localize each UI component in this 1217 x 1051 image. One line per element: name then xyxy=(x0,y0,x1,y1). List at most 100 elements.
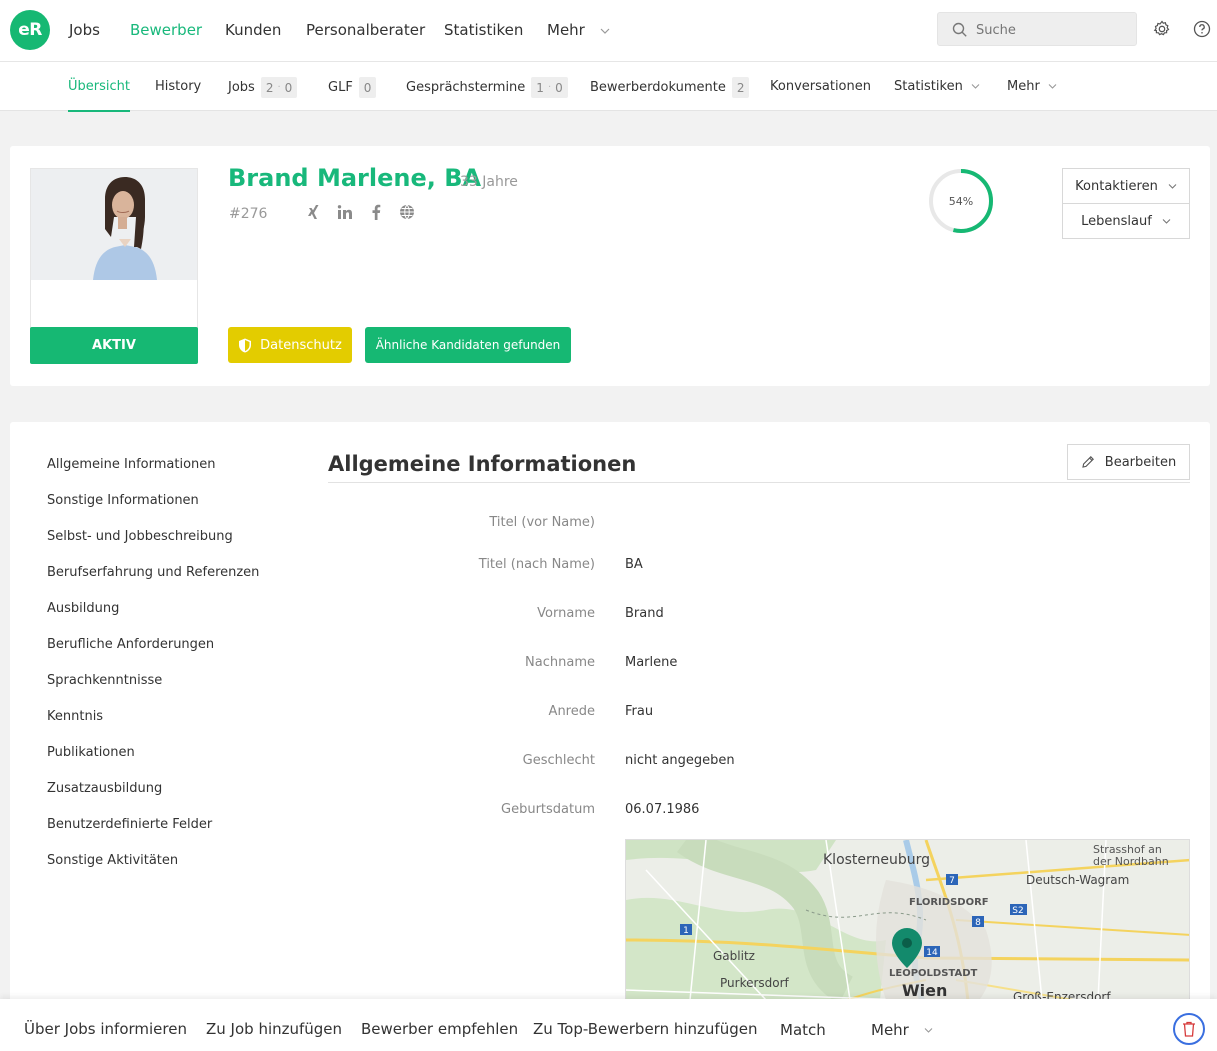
field-value-geburtsdatum: 06.07.1986 xyxy=(625,802,700,817)
candidate-details-card: Allgemeine Informationen Sonstige Inform… xyxy=(10,422,1210,1051)
sidebar-item-zusatzausbildung[interactable]: Zusatzausbildung xyxy=(47,781,162,796)
map-label: Klosterneuburg xyxy=(823,852,930,868)
map-road-shield: 1 xyxy=(683,926,689,936)
nav-bewerber[interactable]: Bewerber xyxy=(130,21,202,39)
sidebar-item-selbst-jobbeschreibung[interactable]: Selbst- und Jobbeschreibung xyxy=(47,529,233,544)
field-value-nachname: Marlene xyxy=(625,655,678,670)
sidebar-item-benutzerdefinierte-felder[interactable]: Benutzerdefinierte Felder xyxy=(47,817,212,832)
candidate-age: 33 Jahre xyxy=(460,174,518,190)
cv-dropdown-label: Lebenslauf xyxy=(1081,213,1152,229)
sidebar-item-allgemeine-informationen[interactable]: Allgemeine Informationen xyxy=(47,457,216,472)
map-label: Purkersdorf xyxy=(720,976,790,990)
tab-jobs-badge: 2 · 0 xyxy=(260,77,298,98)
action-bar: Über Jobs informieren Zu Job hinzufügen … xyxy=(0,999,1217,1051)
field-value-vorname: Brand xyxy=(625,606,664,621)
search-input[interactable] xyxy=(976,20,1126,40)
linkedin-icon[interactable] xyxy=(336,203,354,221)
chevron-down-icon xyxy=(971,84,980,89)
sidebar-item-publikationen[interactable]: Publikationen xyxy=(47,745,135,760)
divider xyxy=(328,482,1190,483)
profile-completion-label: 54% xyxy=(948,194,974,208)
map-label: Wien xyxy=(902,981,947,1000)
field-label-geburtsdatum: Geburtsdatum xyxy=(501,802,595,817)
candidate-header-card: AKTIV Brand Marlene, BA 33 Jahre #276 Da… xyxy=(10,146,1210,386)
action-add-to-job[interactable]: Zu Job hinzufügen xyxy=(206,1020,342,1038)
tab-glf[interactable]: GLF 0 xyxy=(328,77,377,98)
nav-kunden[interactable]: Kunden xyxy=(225,21,281,39)
gear-icon[interactable] xyxy=(1152,19,1172,39)
privacy-button-label: Datenschutz xyxy=(260,337,342,353)
sidebar-item-sonstige-informationen[interactable]: Sonstige Informationen xyxy=(47,493,199,508)
edit-button[interactable]: Bearbeiten xyxy=(1067,444,1190,480)
sidebar-item-sonstige-aktivitaeten[interactable]: Sonstige Aktivitäten xyxy=(47,853,178,868)
tab-gespraechstermine[interactable]: Gesprächstermine 1 · 0 xyxy=(406,77,568,98)
sidebar-item-ausbildung[interactable]: Ausbildung xyxy=(47,601,119,616)
candidate-tabs: Übersicht History Jobs 2 · 0 GLF 0 Gespräc… xyxy=(0,62,1217,112)
tab-konversationen[interactable]: Konversationen xyxy=(770,79,871,94)
field-value-anrede: Frau xyxy=(625,704,654,719)
badge-count: 0 xyxy=(284,80,293,95)
app-logo[interactable]: eR xyxy=(10,10,50,50)
trash-icon xyxy=(1183,1021,1195,1037)
chevron-down-icon xyxy=(600,28,610,34)
tab-gespraechstermine-badge: 1 · 0 xyxy=(531,77,568,98)
chevron-down-icon xyxy=(1168,183,1177,189)
facebook-icon[interactable] xyxy=(367,203,385,221)
tab-bewerberdokumente-label: Bewerberdokumente xyxy=(590,80,726,95)
tab-bewerberdokumente[interactable]: Bewerberdokumente 2 xyxy=(590,77,750,98)
section-title: Allgemeine Informationen xyxy=(328,452,637,476)
delete-button[interactable] xyxy=(1173,1013,1205,1045)
tab-glf-badge: 0 xyxy=(358,77,377,98)
chevron-down-icon xyxy=(1048,84,1057,89)
sidebar-item-kenntnis[interactable]: Kenntnis xyxy=(47,709,103,724)
tab-history[interactable]: History xyxy=(155,79,201,94)
sidebar-item-sprachkenntnisse[interactable]: Sprachkenntnisse xyxy=(47,673,162,688)
action-add-top-candidates[interactable]: Zu Top-Bewerbern hinzufügen xyxy=(533,1020,757,1038)
top-navigation: eR Jobs Bewerber Kunden Personalberater … xyxy=(0,0,1217,62)
tab-statistiken-label: Statistiken xyxy=(894,79,963,94)
globe-icon[interactable] xyxy=(398,203,416,221)
sidebar-item-berufliche-anforderungen[interactable]: Berufliche Anforderungen xyxy=(47,637,214,652)
badge-count: 0 xyxy=(555,80,563,95)
action-inform-jobs[interactable]: Über Jobs informieren xyxy=(24,1020,187,1038)
field-label-titel-vor: Titel (vor Name) xyxy=(489,515,595,530)
tab-statistiken[interactable]: Statistiken xyxy=(894,79,980,94)
nav-statistiken[interactable]: Statistiken xyxy=(444,21,523,39)
badge-count: 1 xyxy=(536,80,544,95)
field-value-titel-nach: BA xyxy=(625,557,643,572)
field-label-anrede: Anrede xyxy=(548,704,595,719)
sidebar-item-berufserfahrung[interactable]: Berufserfahrung und Referenzen xyxy=(47,565,259,580)
tab-glf-label: GLF xyxy=(328,80,353,95)
nav-mehr[interactable]: Mehr xyxy=(547,21,610,39)
field-label-titel-nach: Titel (nach Name) xyxy=(478,557,595,572)
contact-dropdown[interactable]: Kontaktieren xyxy=(1062,168,1190,204)
help-icon[interactable] xyxy=(1192,19,1212,39)
chevron-down-icon xyxy=(1162,218,1171,224)
search-box[interactable] xyxy=(937,12,1137,46)
privacy-button[interactable]: Datenschutz xyxy=(228,327,352,363)
map-label: FLORIDSDORF xyxy=(909,897,989,908)
avatar[interactable] xyxy=(31,169,197,280)
nav-jobs[interactable]: Jobs xyxy=(69,21,100,39)
field-label-vorname: Vorname xyxy=(537,606,595,621)
similar-candidates-button[interactable]: Ähnliche Kandidaten gefunden xyxy=(365,327,571,363)
badge-count: 2 xyxy=(736,80,745,95)
tab-jobs[interactable]: Jobs 2 · 0 xyxy=(228,77,298,98)
xing-icon[interactable] xyxy=(305,203,323,221)
action-match[interactable]: Match xyxy=(780,1021,826,1039)
tab-uebersicht[interactable]: Übersicht xyxy=(68,79,130,112)
field-label-nachname: Nachname xyxy=(525,655,595,670)
tab-mehr[interactable]: Mehr xyxy=(1007,79,1057,94)
field-label-geschlecht: Geschlecht xyxy=(522,753,595,768)
action-more[interactable]: Mehr xyxy=(871,1021,933,1039)
field-value-geschlecht: nicht angegeben xyxy=(625,753,735,768)
status-button[interactable]: AKTIV xyxy=(30,327,198,364)
contact-dropdown-label: Kontaktieren xyxy=(1075,178,1158,194)
badge-count: 2 xyxy=(265,80,274,95)
action-recommend[interactable]: Bewerber empfehlen xyxy=(361,1020,518,1038)
edit-button-label: Bearbeiten xyxy=(1104,454,1177,470)
cv-dropdown[interactable]: Lebenslauf xyxy=(1062,203,1190,239)
nav-personalberater[interactable]: Personalberater xyxy=(306,21,425,39)
tab-jobs-label: Jobs xyxy=(228,80,255,95)
map-label: Deutsch-Wagram xyxy=(1026,873,1129,887)
